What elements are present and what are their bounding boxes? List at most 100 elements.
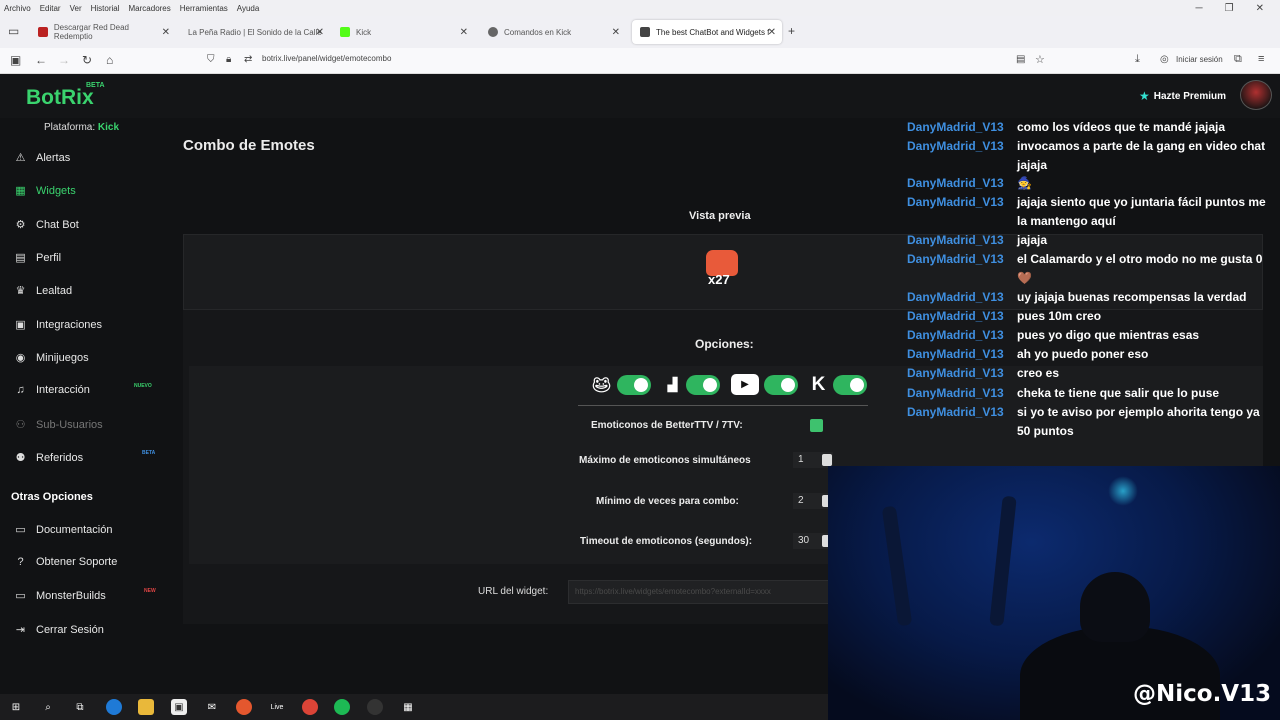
betterttv-label: Emoticonos de BetterTTV / 7TV: [591,420,743,431]
spotify-icon[interactable] [334,699,350,715]
kick-toggle[interactable] [617,375,651,395]
sidebar-item-widgets[interactable]: ▦ Widgets [14,184,76,198]
mail-icon[interactable]: ✉ [204,699,220,715]
sidebar-item-minijuegos[interactable]: ◉ Minijuegos [14,351,89,365]
back-icon[interactable]: ← [35,53,47,67]
sidebar-item-integraciones[interactable]: ▣ Integraciones [14,318,102,332]
sidebar-item-label: Sub-Usuarios [36,418,103,431]
premium-button[interactable]: ★ Hazte Premium [1139,89,1226,103]
download-icon[interactable]: ⤓ [1135,53,1140,66]
menu-editar[interactable]: Editar [40,4,61,13]
sidebar-item-label: MonsterBuilds [36,589,106,602]
tab-label: The best ChatBot and Widgets f [656,27,770,37]
account-icon[interactable]: ◎ [1160,54,1169,65]
widget-url-field[interactable]: https://botrix.live/widgets/emotecombo?e… [568,580,868,604]
browser-tab-active[interactable]: The best ChatBot and Widgets f ✕ [632,20,782,44]
menu-archivo[interactable]: Archivo [4,4,31,13]
gamepad-icon: ◉ [15,352,26,364]
chrome-icon[interactable] [302,699,318,715]
sidebar-item-lealtad[interactable]: ♛ Lealtad [14,284,73,298]
extensions-icon[interactable]: ⧉ [1234,53,1242,66]
address-bar[interactable]: botrix.live/panel/widget/emotecombo [262,54,391,63]
tab-list-icon[interactable]: ▭ [8,24,19,38]
new-tab-icon[interactable]: + [788,24,795,38]
signin-link[interactable]: Iniciar sesión [1176,55,1223,64]
live-app-icon[interactable]: Live [269,699,285,715]
help-icon: ? [17,556,24,568]
forward-icon[interactable]: → [58,53,70,67]
chat-text: como los vídeos que te mandé jajaja [1017,120,1226,134]
windows-start-icon[interactable]: ⊞ [8,699,24,715]
menu-herramientas[interactable]: Herramientas [180,4,228,13]
tab-label: Descargar Red Dead Redemptio [53,23,129,41]
new-badge: NEW [144,588,156,594]
sidebar-item-monsterbuilds[interactable]: ▭ MonsterBuilds [14,589,106,603]
sidebar-item-alertas[interactable]: ⚠ Alertas [14,151,71,165]
platform-selector[interactable]: Plataforma: Kick [44,122,119,133]
sidebar-item-soporte[interactable]: ? Obtener Soporte [14,556,117,568]
tab-favicon-icon [488,27,498,37]
betterttv-checkbox[interactable] [810,419,823,432]
sidebar-item-label: Referidos [36,451,84,464]
browser-tab[interactable]: Comandos en Kick ✕ [480,20,626,44]
light-glow [1108,476,1138,506]
sidebar-item-cerrar-sesion[interactable]: ⇥ Cerrar Sesión [14,623,104,637]
timeout-label: Timeout de emoticonos (segundos): [580,536,753,547]
bookmark-star-icon[interactable]: ☆ [1035,53,1045,66]
shield-icon[interactable]: ⛉ [207,54,215,65]
browser-navbar: ▣ ← → ↻ ⌂ ⛉ 🔒︎ ⇄ botrix.live/panel/widge… [0,48,1280,74]
menu-historial[interactable]: Historial [91,4,120,13]
obs-icon[interactable] [367,699,383,715]
sidebar-item-subusuarios[interactable]: ⚇ Sub-Usuarios [14,418,103,432]
reload-icon[interactable]: ↻ [82,53,92,67]
firefox-icon[interactable] [236,699,252,715]
tab-close-icon[interactable]: ✕ [460,27,468,38]
restore-icon[interactable]: ❐ [1225,3,1234,14]
lock-icon[interactable]: 🔒︎ [226,54,231,65]
sidebar-item-interaccion[interactable]: ♫ Interacción [14,384,90,396]
avatar[interactable] [1240,80,1272,110]
menu-icon[interactable]: ≡ [1258,53,1264,65]
twitch-toggle[interactable] [686,375,720,395]
sidebar-item-perfil[interactable]: ▤ Perfil [14,251,61,265]
sidebar-toggle-icon[interactable]: ▣ [10,53,21,67]
menu-ver[interactable]: Ver [70,4,82,13]
max-emotes-stepper[interactable] [822,454,832,466]
menu-ayuda[interactable]: Ayuda [237,4,260,13]
browser-tab[interactable]: La Peña Radio | El Sonido de la Calle ✕ [180,20,330,44]
browser-tab[interactable]: Kick ✕ [332,20,474,44]
search-icon[interactable]: ⌕ [40,699,56,715]
calculator-icon[interactable]: ▦ [400,699,416,715]
tab-favicon-icon [640,27,650,37]
youtube-toggle[interactable] [764,375,798,395]
tab-close-icon[interactable]: ✕ [768,27,776,38]
browser-tab[interactable]: Descargar Red Dead Redemptio ✕ [30,20,176,44]
tab-close-icon[interactable]: ✕ [612,27,620,38]
sidebar-item-label: Interacción [36,384,90,396]
chat-text: 🧙 [1017,176,1032,190]
close-window-icon[interactable]: ✕ [1256,3,1264,14]
task-view-icon[interactable]: ⧉ [72,699,88,715]
menu-marcadores[interactable]: Marcadores [129,4,171,13]
sidebar-item-referidos[interactable]: ⚉ Referidos [14,451,84,465]
sidebar-item-label: Widgets [36,184,76,197]
botrix-logo[interactable]: BotRix [26,86,94,110]
file-explorer-icon[interactable] [138,699,154,715]
permissions-icon[interactable]: ⇄ [244,54,252,65]
tab-close-icon[interactable]: ✕ [316,27,324,38]
other-options-heading: Otras Opciones [11,491,93,503]
sidebar-item-chatbot[interactable]: ⚙ Chat Bot [14,218,79,232]
alert-icon: ⚠ [15,152,26,164]
max-emotes-label: Máximo de emoticonos simultáneos [579,455,751,466]
reader-view-icon[interactable]: ▤ [1016,54,1025,65]
kick-k-toggle[interactable] [833,375,867,395]
chat-username: DanyMadrid_V13 [907,309,1004,323]
tab-close-icon[interactable]: ✕ [162,27,170,38]
store-icon[interactable]: ▣ [171,699,187,715]
edge-icon[interactable] [106,699,122,715]
minimize-icon[interactable]: ─ [1196,3,1203,14]
sidebar-item-documentacion[interactable]: ▭ Documentación [14,523,112,537]
premium-label: Hazte Premium [1153,90,1227,102]
home-icon[interactable]: ⌂ [106,53,113,67]
chat-text: cheka te tiene que salir que lo puse [1017,386,1220,400]
